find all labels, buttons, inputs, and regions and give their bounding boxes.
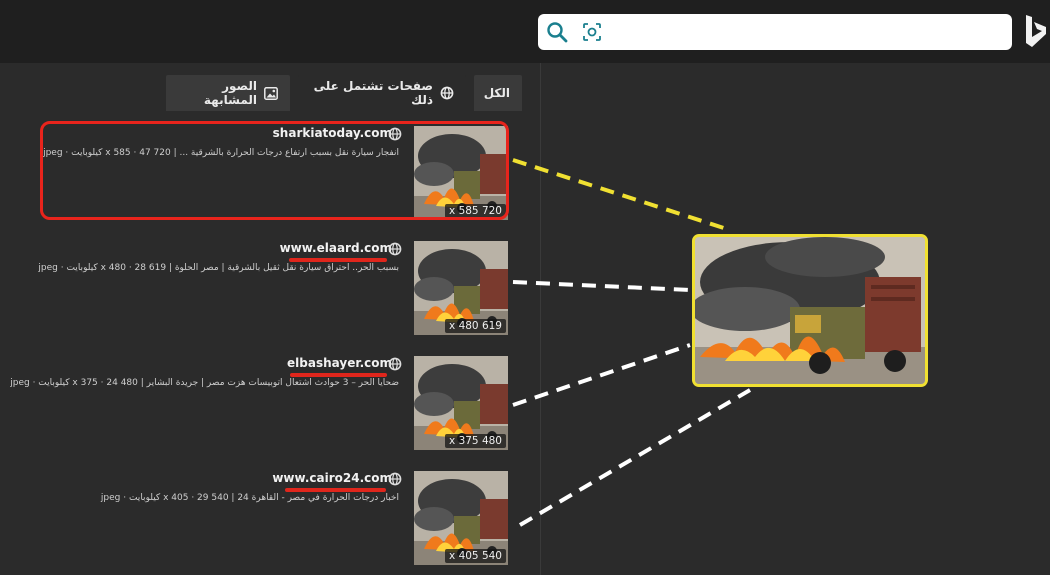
white-dashed-connector bbox=[518, 388, 752, 527]
burning-truck-image bbox=[695, 237, 925, 384]
source-image-enlarged bbox=[692, 234, 928, 387]
white-dashed-connector bbox=[512, 343, 691, 407]
white-dashed-connector bbox=[512, 280, 691, 292]
yellow-dashed-connector bbox=[512, 158, 731, 232]
